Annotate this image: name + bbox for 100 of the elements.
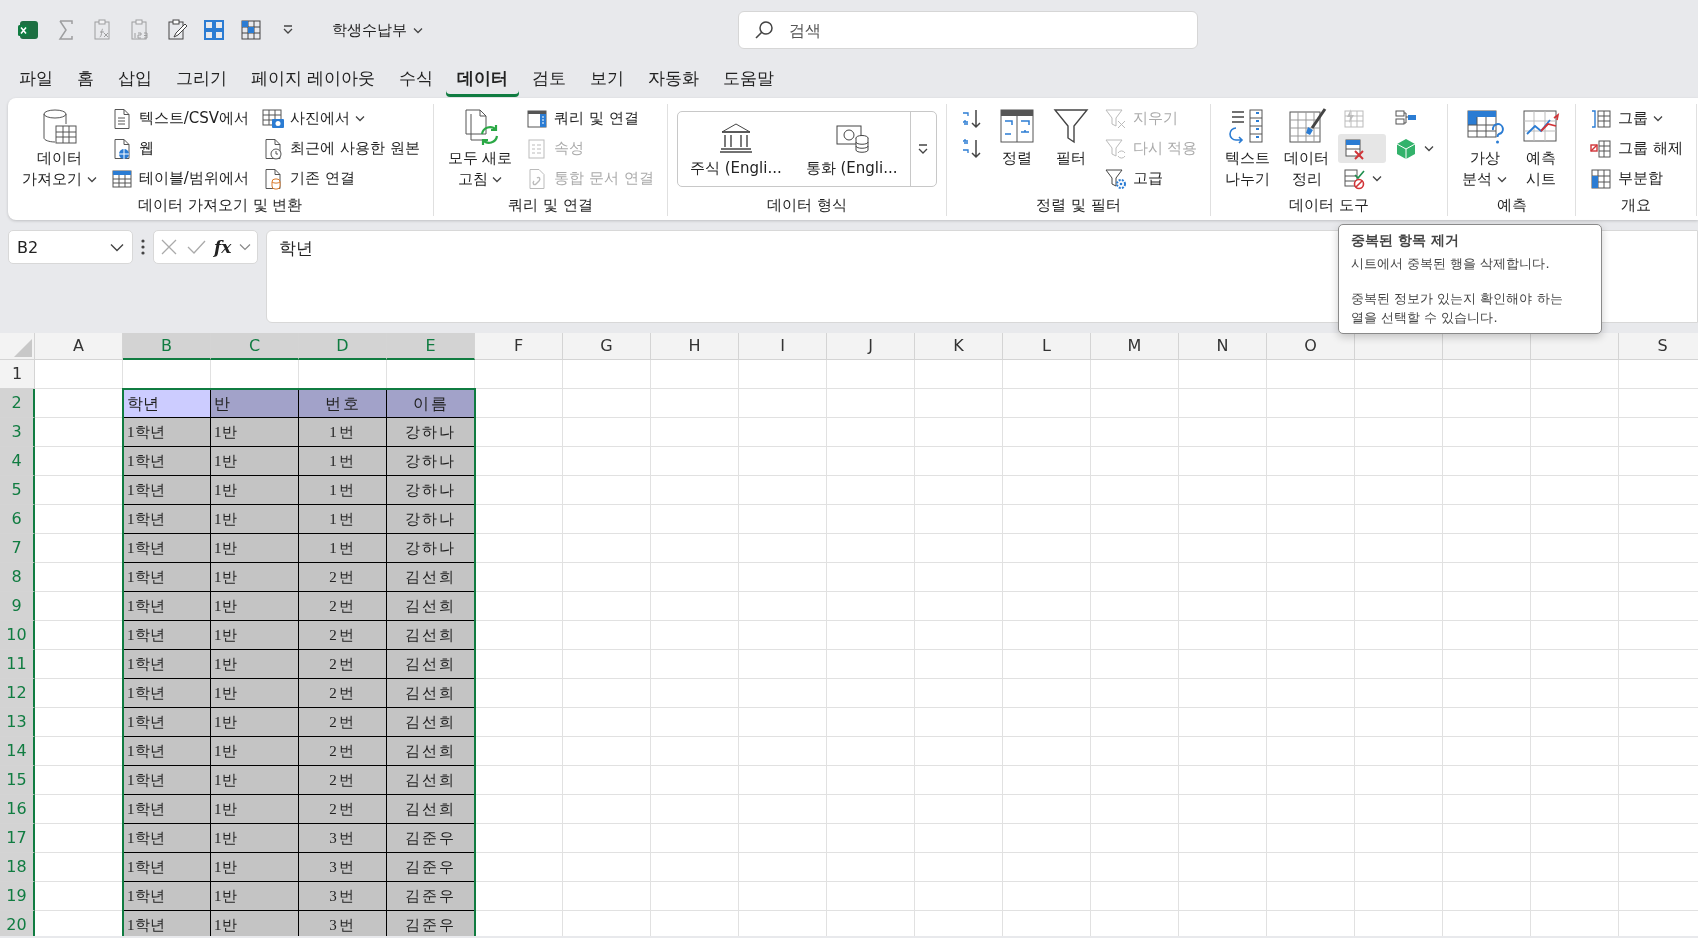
row-header[interactable]: 10 bbox=[0, 621, 35, 650]
ribbon-button[interactable]: 부분합 bbox=[1585, 164, 1687, 193]
ribbon-tab[interactable]: 도움말 bbox=[712, 61, 786, 97]
row-header[interactable]: 2 bbox=[0, 389, 35, 418]
table-cell: 1반 bbox=[211, 737, 299, 766]
ribbon-button[interactable]: 최근에 사용한 원본 bbox=[257, 134, 424, 163]
ribbon-button[interactable]: 정렬 bbox=[991, 104, 1042, 171]
ribbon-tab[interactable]: 삽입 bbox=[107, 61, 163, 97]
column-header[interactable]: F bbox=[475, 333, 563, 360]
column-header[interactable]: S bbox=[1619, 333, 1698, 360]
insert-function-button[interactable]: fx bbox=[214, 237, 232, 257]
enter-icon bbox=[186, 238, 206, 256]
table-cell: 1학년 bbox=[123, 824, 211, 853]
column-header[interactable]: G bbox=[563, 333, 651, 360]
column-header[interactable]: M bbox=[1091, 333, 1179, 360]
grid-brush-icon bbox=[1286, 106, 1327, 146]
ribbon-button[interactable]: 모두 새로 고침 bbox=[442, 104, 518, 192]
ribbon-tab[interactable]: 파일 bbox=[8, 61, 64, 97]
column-header[interactable]: K bbox=[915, 333, 1003, 360]
column-header[interactable]: L bbox=[1003, 333, 1091, 360]
column-header[interactable]: N bbox=[1179, 333, 1267, 360]
ribbon-button[interactable]: 웹 bbox=[105, 134, 254, 163]
data-type-button[interactable]: 주식 (Engli... bbox=[677, 112, 794, 186]
ribbon-button[interactable]: 그룹 해제 bbox=[1585, 134, 1687, 163]
file-name-button[interactable]: 학생수납부 bbox=[332, 20, 423, 40]
ribbon-tab[interactable]: 자동화 bbox=[637, 61, 711, 97]
search-field[interactable]: 검색 bbox=[738, 11, 1198, 49]
ribbon-button[interactable]: 필터 bbox=[1045, 104, 1096, 171]
row-header[interactable]: 5 bbox=[0, 476, 35, 505]
table-cell: 1학년 bbox=[123, 505, 211, 534]
caret-icon bbox=[1424, 145, 1435, 152]
row-header[interactable]: 12 bbox=[0, 679, 35, 708]
table-cell: 1학년 bbox=[123, 592, 211, 621]
row-header[interactable]: 1 bbox=[0, 360, 35, 389]
ribbon-button[interactable]: 기존 연결 bbox=[257, 164, 424, 193]
column-header[interactable]: H bbox=[651, 333, 739, 360]
table-cell: 1학년 bbox=[123, 621, 211, 650]
funnel-gear-icon bbox=[1103, 166, 1128, 191]
row-header[interactable]: 6 bbox=[0, 505, 35, 534]
validation-icon bbox=[1342, 166, 1367, 191]
ribbon-tab[interactable]: 페이지 레이아웃 bbox=[240, 61, 387, 97]
column-header[interactable]: J bbox=[827, 333, 915, 360]
row-header[interactable]: 20 bbox=[0, 911, 35, 936]
group-label: 데이터 형식 bbox=[765, 195, 848, 216]
row-header[interactable]: 18 bbox=[0, 853, 35, 882]
column-header[interactable]: I bbox=[739, 333, 827, 360]
row-header[interactable]: 17 bbox=[0, 824, 35, 853]
table-cell: 1반 bbox=[211, 824, 299, 853]
row-header[interactable]: 7 bbox=[0, 534, 35, 563]
name-box[interactable]: B2 bbox=[8, 230, 133, 264]
group-label: 개요 bbox=[1619, 195, 1652, 216]
table-cell: 1학년 bbox=[123, 534, 211, 563]
row-header[interactable]: 14 bbox=[0, 737, 35, 766]
caret-icon bbox=[1497, 176, 1508, 183]
row-header[interactable]: 13 bbox=[0, 708, 35, 737]
column-header[interactable]: B bbox=[123, 333, 211, 360]
expand-icon bbox=[917, 143, 929, 155]
ribbon-button[interactable]: 테이블/범위에서 bbox=[105, 164, 254, 193]
row-header[interactable]: 3 bbox=[0, 418, 35, 447]
column-header[interactable]: O bbox=[1267, 333, 1355, 360]
ribbon-button[interactable]: 쿼리 및 연결 bbox=[521, 104, 658, 133]
table-cell: 1번 bbox=[299, 505, 387, 534]
ribbon-button[interactable]: 데이터 가져오기 bbox=[17, 104, 102, 192]
ribbon-button[interactable]: 예측 시트 bbox=[1516, 104, 1567, 192]
ribbon-tab[interactable]: 홈 bbox=[66, 61, 105, 97]
row-header[interactable]: 11 bbox=[0, 650, 35, 679]
row-header[interactable]: 15 bbox=[0, 766, 35, 795]
ribbon-button[interactable]: 텍스트/CSV에서 bbox=[105, 104, 254, 133]
row-header[interactable]: 19 bbox=[0, 882, 35, 911]
table-cell: 1학년 bbox=[123, 708, 211, 737]
table-cell: 2번 bbox=[299, 650, 387, 679]
column-header[interactable]: A bbox=[35, 333, 123, 360]
row-header[interactable]: 8 bbox=[0, 563, 35, 592]
table-cell: 강하나 bbox=[387, 447, 475, 476]
ribbon-icon-button[interactable] bbox=[1338, 134, 1387, 163]
caret-icon bbox=[282, 25, 294, 35]
ribbon-tab[interactable]: 그리기 bbox=[165, 61, 238, 97]
ribbon-tab[interactable]: 데이터 bbox=[446, 61, 520, 97]
subtotal-icon bbox=[1589, 166, 1614, 191]
row-header[interactable]: 4 bbox=[0, 447, 35, 476]
ribbon-button[interactable]: 그룹 bbox=[1585, 104, 1687, 133]
column-header[interactable] bbox=[1355, 333, 1443, 360]
column-header[interactable] bbox=[1531, 333, 1619, 360]
row-header[interactable]: 16 bbox=[0, 795, 35, 824]
ribbon-button[interactable]: 고급 bbox=[1099, 164, 1202, 193]
ribbon-button[interactable]: 사진에서 bbox=[257, 104, 424, 133]
table-cell: 김선희 bbox=[387, 708, 475, 737]
ribbon-tab[interactable]: 검토 bbox=[521, 61, 578, 97]
row-header[interactable]: 9 bbox=[0, 592, 35, 621]
column-header[interactable]: D bbox=[299, 333, 387, 360]
data-type-button[interactable]: 통화 (Engli... bbox=[793, 112, 910, 186]
ribbon-button[interactable]: 데이터 정리 bbox=[1279, 104, 1335, 192]
column-header[interactable]: E bbox=[387, 333, 475, 360]
ribbon-tab[interactable]: 보기 bbox=[579, 61, 636, 97]
column-header[interactable] bbox=[1443, 333, 1531, 360]
ribbon-tab[interactable]: 수식 bbox=[388, 61, 445, 97]
ribbon-button[interactable]: 텍스트 나누기 bbox=[1220, 104, 1276, 192]
ribbon-button[interactable]: 가상 분석 bbox=[1457, 104, 1513, 192]
table-cell: 1번 bbox=[299, 447, 387, 476]
column-header[interactable]: C bbox=[211, 333, 299, 360]
